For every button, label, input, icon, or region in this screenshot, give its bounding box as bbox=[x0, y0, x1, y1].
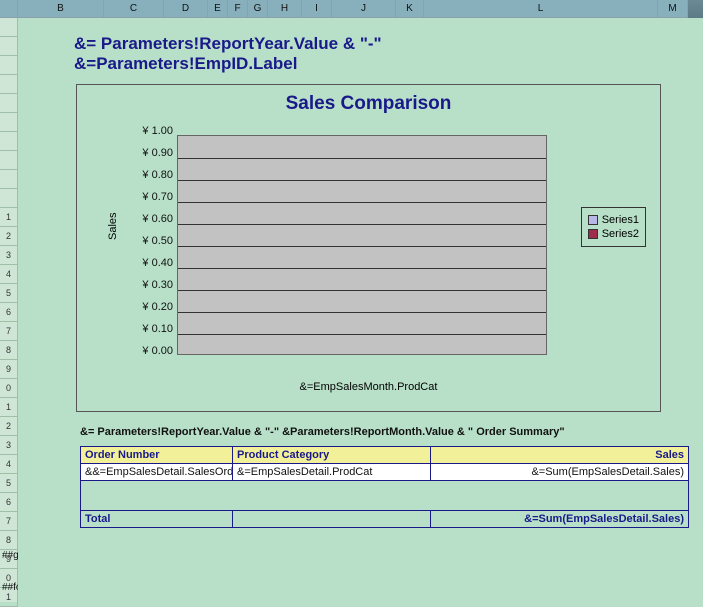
row-header[interactable] bbox=[0, 189, 18, 208]
cell-product-category[interactable]: &=EmpSalesDetail.ProdCat bbox=[233, 464, 431, 481]
plot-area bbox=[177, 135, 547, 355]
row-header[interactable] bbox=[0, 56, 18, 75]
row-header[interactable]: 7 bbox=[0, 512, 18, 531]
table-group-row[interactable] bbox=[81, 481, 689, 511]
worksheet-area[interactable]: &= Parameters!ReportYear.Value & "-" &=P… bbox=[18, 18, 703, 602]
y-tick-label: ¥ 0.10 bbox=[125, 323, 173, 335]
row-header[interactable] bbox=[0, 94, 18, 113]
y-tick-label: ¥ 0.90 bbox=[125, 147, 173, 159]
column-header[interactable]: K bbox=[396, 0, 424, 18]
row-header[interactable]: 1 bbox=[0, 208, 18, 227]
y-tick-label: ¥ 0.60 bbox=[125, 213, 173, 225]
y-tick-label: ¥ 0.00 bbox=[125, 345, 173, 357]
column-header[interactable]: L bbox=[424, 0, 658, 18]
row-header[interactable] bbox=[0, 37, 18, 56]
gridline bbox=[178, 158, 546, 159]
row-header[interactable]: 2 bbox=[0, 417, 18, 436]
row-header[interactable]: 8 bbox=[0, 341, 18, 360]
table-footer-row: Total &=Sum(EmpSalesDetail.Sales) bbox=[81, 511, 689, 528]
header-sales[interactable]: Sales bbox=[431, 447, 689, 464]
row-headers: 123456789012345678901 bbox=[0, 18, 18, 602]
footer-sales[interactable]: &=Sum(EmpSalesDetail.Sales) bbox=[431, 511, 689, 528]
y-tick-label: ¥ 0.80 bbox=[125, 169, 173, 181]
legend-swatch bbox=[588, 229, 598, 239]
legend-label: Series2 bbox=[602, 228, 639, 240]
legend-swatch bbox=[588, 215, 598, 225]
title-line-2: &=Parameters!EmpID.Label bbox=[74, 54, 681, 74]
gridline bbox=[178, 268, 546, 269]
footer-empty[interactable] bbox=[233, 511, 431, 528]
row-header[interactable]: 2 bbox=[0, 227, 18, 246]
gridline bbox=[178, 202, 546, 203]
legend-item: Series2 bbox=[588, 228, 639, 240]
header-order-number[interactable]: Order Number bbox=[81, 447, 233, 464]
section-subtitle: &= Parameters!ReportYear.Value & "-" &Pa… bbox=[80, 426, 681, 438]
chart-container[interactable]: Sales Comparison Sales ¥ 1.00 ¥ 0.90 ¥ 0.8… bbox=[76, 84, 661, 412]
gridline bbox=[178, 224, 546, 225]
row-header[interactable]: 6 bbox=[0, 303, 18, 322]
gridline bbox=[178, 290, 546, 291]
row-header[interactable]: 7 bbox=[0, 322, 18, 341]
x-axis-label: &=EmpSalesMonth.ProdCat bbox=[77, 381, 660, 393]
column-headers: BCDEFGHIJKLM bbox=[0, 0, 703, 18]
row-header[interactable]: 6 bbox=[0, 493, 18, 512]
column-header[interactable]: G bbox=[248, 0, 268, 18]
legend-label: Series1 bbox=[602, 214, 639, 226]
row-header[interactable]: 4 bbox=[0, 265, 18, 284]
legend-item: Series1 bbox=[588, 214, 639, 226]
row-header[interactable]: 9 bbox=[0, 360, 18, 379]
row-header[interactable]: 0 bbox=[0, 379, 18, 398]
cell-sales[interactable]: &=Sum(EmpSalesDetail.Sales) bbox=[431, 464, 689, 481]
header-product-category[interactable]: Product Category bbox=[233, 447, 431, 464]
row-header[interactable]: 5 bbox=[0, 474, 18, 493]
row-header[interactable] bbox=[0, 113, 18, 132]
row-header[interactable] bbox=[0, 170, 18, 189]
cell-order-number[interactable]: &&=EmpSalesDetail.SalesOrderNumber bbox=[81, 464, 233, 481]
row-header[interactable] bbox=[0, 151, 18, 170]
column-header[interactable]: C bbox=[104, 0, 164, 18]
y-axis-label: Sales bbox=[107, 212, 119, 240]
y-tick-label: ¥ 0.40 bbox=[125, 257, 173, 269]
y-tick-label: ¥ 0.70 bbox=[125, 191, 173, 203]
row-header[interactable] bbox=[0, 132, 18, 151]
chart-legend: Series1 Series2 bbox=[581, 207, 646, 247]
title-line-1: &= Parameters!ReportYear.Value & "-" bbox=[74, 34, 681, 54]
row-header[interactable]: 8 bbox=[0, 531, 18, 550]
column-header[interactable] bbox=[0, 0, 18, 18]
y-tick-label: ¥ 0.30 bbox=[125, 279, 173, 291]
column-header[interactable]: F bbox=[228, 0, 248, 18]
y-tick-label: ¥ 0.50 bbox=[125, 235, 173, 247]
chart-title: Sales Comparison bbox=[77, 93, 660, 115]
column-header[interactable]: I bbox=[302, 0, 332, 18]
row-header[interactable] bbox=[0, 75, 18, 94]
column-header[interactable]: J bbox=[332, 0, 396, 18]
row-header[interactable]: 3 bbox=[0, 436, 18, 455]
footer-total-label[interactable]: Total bbox=[81, 511, 233, 528]
table-data-row[interactable]: &&=EmpSalesDetail.SalesOrderNumber &=Emp… bbox=[81, 464, 689, 481]
column-header[interactable]: B bbox=[18, 0, 104, 18]
row-header[interactable] bbox=[0, 18, 18, 37]
gridline bbox=[178, 312, 546, 313]
column-header[interactable]: E bbox=[208, 0, 228, 18]
column-header[interactable]: D bbox=[164, 0, 208, 18]
y-tick-label: ¥ 0.20 bbox=[125, 301, 173, 313]
group-cell[interactable] bbox=[81, 481, 689, 511]
gridline bbox=[178, 246, 546, 247]
y-tick-label: ¥ 1.00 bbox=[125, 125, 173, 137]
table-header-row: Order Number Product Category Sales bbox=[81, 447, 689, 464]
gridline bbox=[178, 180, 546, 181]
column-header[interactable]: H bbox=[268, 0, 302, 18]
row-header[interactable]: 1 bbox=[0, 398, 18, 417]
row-header[interactable]: 4 bbox=[0, 455, 18, 474]
column-header[interactable]: M bbox=[658, 0, 688, 18]
row-header[interactable]: 5 bbox=[0, 284, 18, 303]
report-title: &= Parameters!ReportYear.Value & "-" &=P… bbox=[74, 34, 681, 74]
order-summary-table[interactable]: Order Number Product Category Sales &&=E… bbox=[80, 446, 689, 528]
gridline bbox=[178, 334, 546, 335]
row-header[interactable]: 3 bbox=[0, 246, 18, 265]
